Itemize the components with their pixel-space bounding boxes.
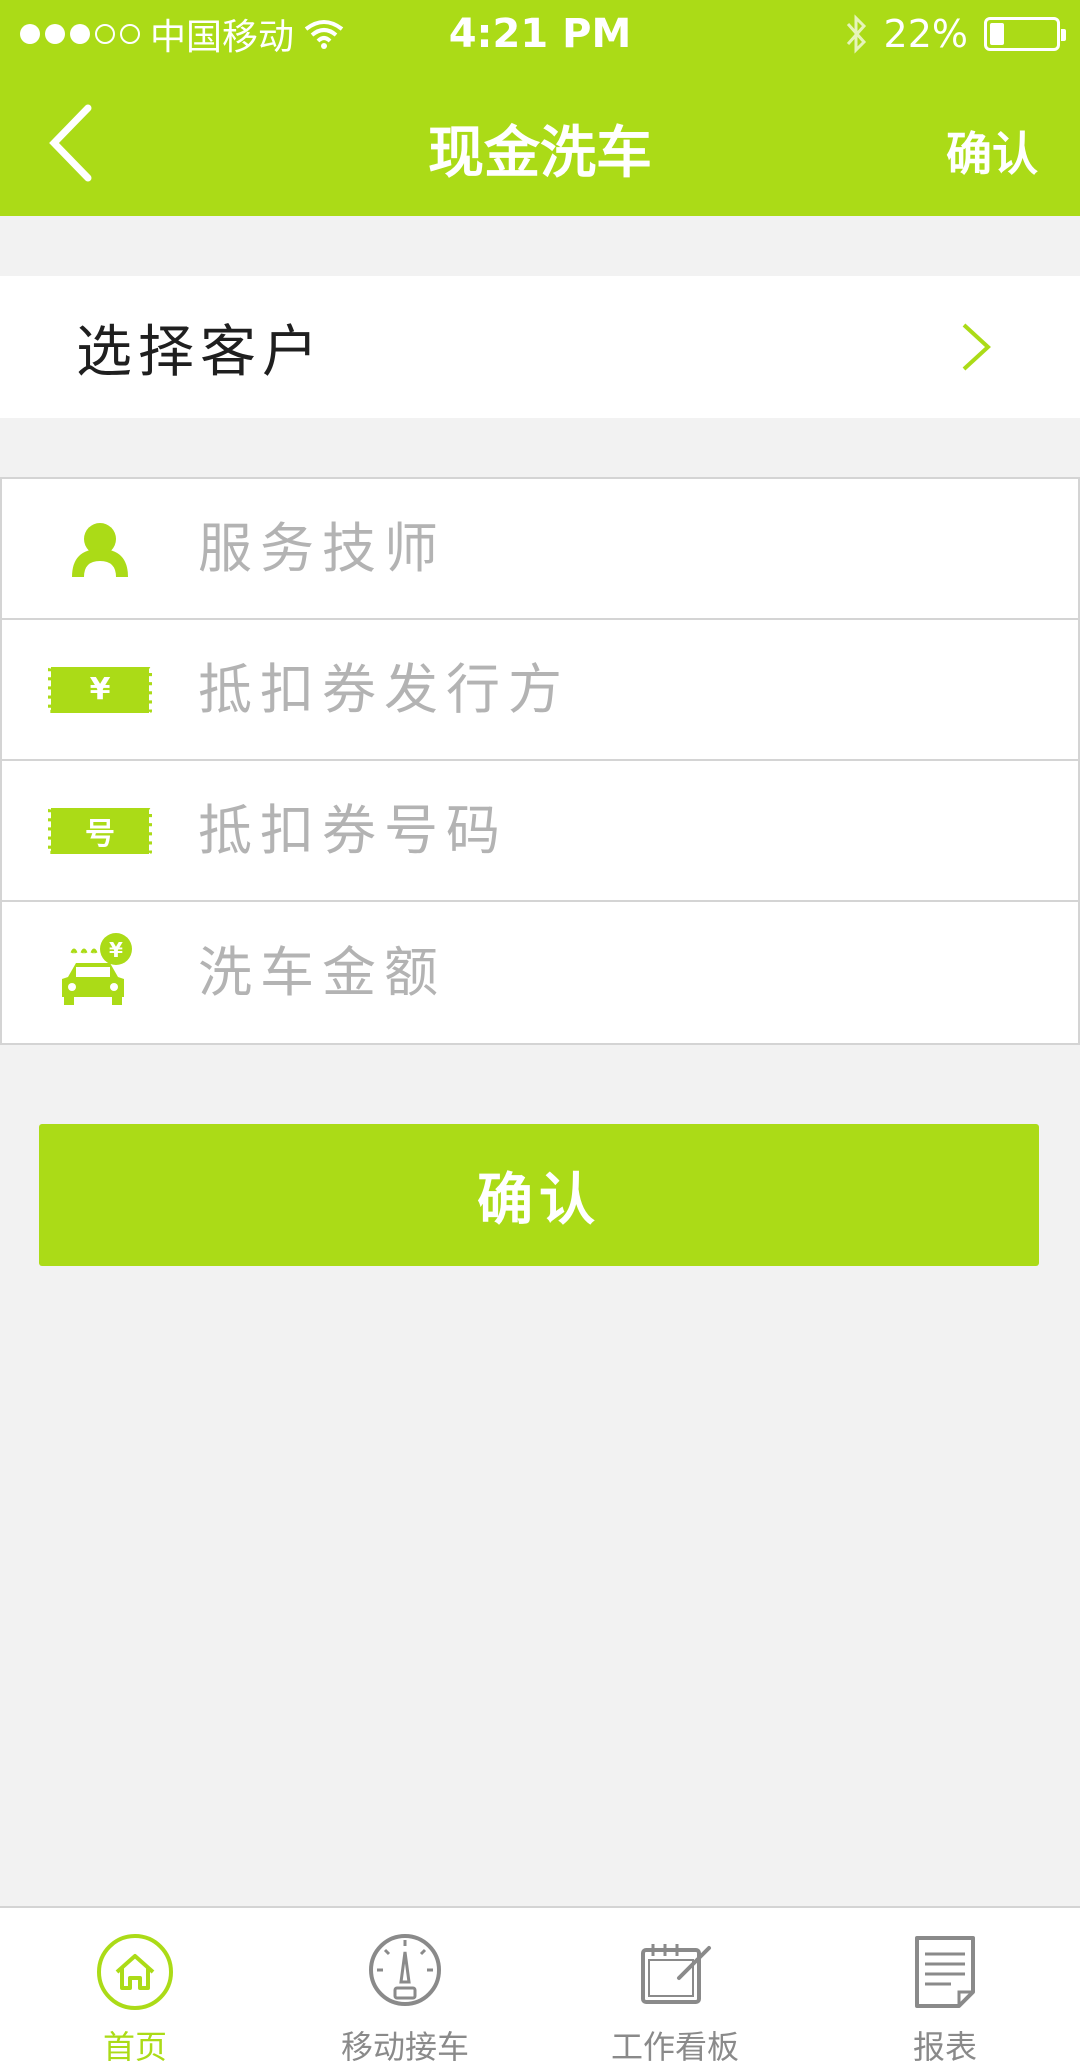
tab-label: 报表 — [912, 2028, 977, 2066]
nav-bar: 现金洗车 确认 — [0, 68, 1080, 216]
carrier-name: 中国移动 — [150, 17, 295, 58]
tab-label: 移动接车 — [340, 2028, 469, 2066]
tab-mobile-checkin[interactable]: 移动接车 — [270, 1908, 540, 2071]
field-icon-wrap: 号 — [2, 760, 198, 901]
nav-confirm-button[interactable]: 确认 — [946, 118, 1038, 184]
report-icon — [903, 1930, 987, 2014]
home-icon — [93, 1930, 177, 2014]
gauge-icon — [363, 1930, 447, 2014]
voucher-number-field-row[interactable]: 号 — [2, 761, 1078, 902]
car-wash-yuan-icon: ¥ — [62, 932, 132, 1005]
technician-input[interactable] — [198, 498, 1018, 599]
select-customer-row[interactable]: 选择客户 — [0, 276, 1080, 418]
person-icon — [72, 522, 128, 577]
battery-percent: 22% — [883, 12, 968, 56]
board-icon — [633, 1930, 717, 2014]
field-icon-wrap: ¥ — [2, 902, 198, 1043]
tab-home[interactable]: 首页 — [0, 1908, 270, 2071]
technician-field-row[interactable] — [2, 479, 1078, 620]
voucher-number-icon: 号 — [48, 807, 152, 854]
signal-strength-icon — [20, 24, 140, 44]
svg-text:¥: ¥ — [109, 938, 123, 962]
status-bar: 中国移动 4:21 PM 22% — [0, 0, 1080, 68]
voucher-number-input[interactable] — [198, 780, 1018, 881]
wash-amount-field-row[interactable]: ¥ — [2, 902, 1078, 1043]
status-left: 中国移动 — [20, 8, 344, 60]
field-icon-wrap: ¥ — [2, 619, 198, 760]
confirm-button[interactable]: 确认 — [39, 1124, 1039, 1266]
tab-reports[interactable]: 报表 — [810, 1908, 1080, 2071]
tab-bar: 首页 移动接车 工作看板 报表 — [0, 1906, 1080, 2071]
battery-icon — [984, 17, 1066, 51]
voucher-issuer-input[interactable] — [198, 639, 1018, 740]
signal-dot — [70, 24, 90, 44]
voucher-issuer-field-row[interactable]: ¥ — [2, 620, 1078, 761]
tab-label: 工作看板 — [610, 2028, 739, 2066]
tab-work-board[interactable]: 工作看板 — [540, 1908, 810, 2071]
field-icon-wrap — [2, 478, 198, 619]
chevron-right-icon — [962, 323, 991, 371]
tab-label: 首页 — [102, 2028, 167, 2066]
wash-form: ¥ 号 ¥ — [0, 477, 1080, 1045]
select-customer-label: 选择客户 — [76, 319, 324, 385]
signal-dot — [120, 24, 140, 44]
signal-dot — [20, 24, 40, 44]
bluetooth-icon — [846, 14, 866, 54]
signal-dot — [95, 24, 115, 44]
page-title: 现金洗车 — [428, 121, 652, 186]
status-right: 22% — [844, 12, 1066, 56]
battery-level — [990, 23, 1005, 45]
signal-dot — [45, 24, 65, 44]
wash-amount-input[interactable] — [198, 922, 1018, 1023]
wifi-icon — [304, 20, 344, 49]
voucher-yuan-icon: ¥ — [48, 666, 152, 713]
